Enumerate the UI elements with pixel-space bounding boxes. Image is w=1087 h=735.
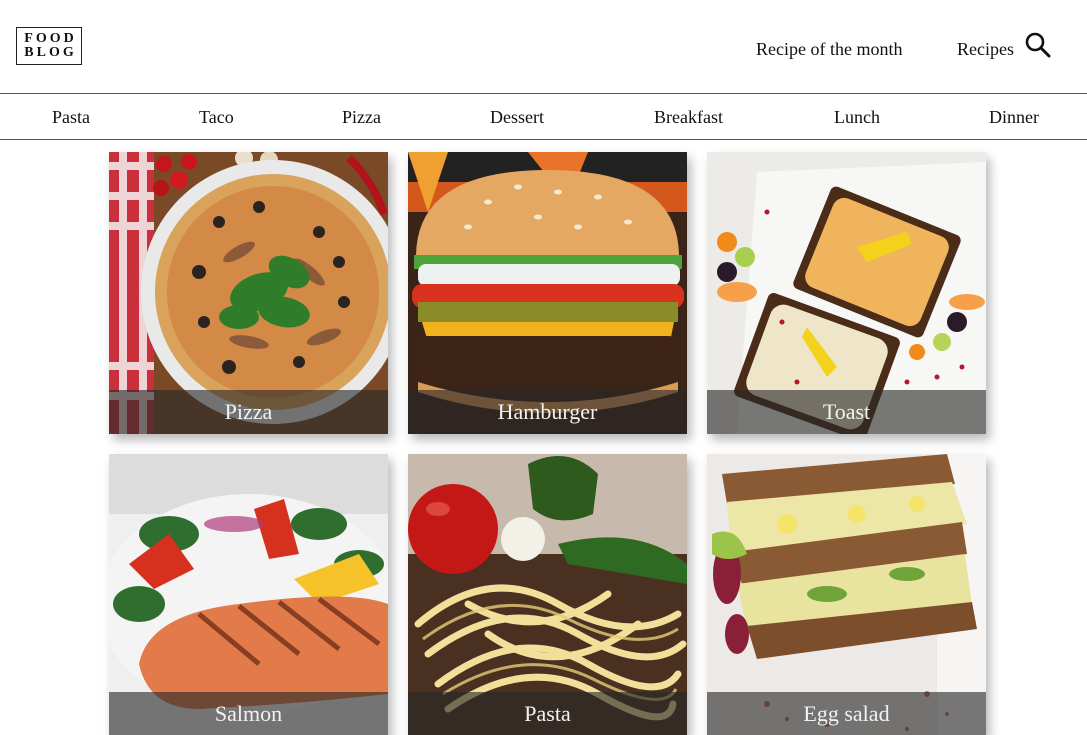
logo-line-2: BLOG — [24, 45, 77, 60]
site-logo[interactable]: FOOD BLOG — [16, 27, 82, 65]
recipe-card-caption: Pizza — [109, 390, 388, 434]
recipe-card-toast[interactable]: Toast — [707, 152, 986, 434]
recipe-card-pizza[interactable]: Pizza — [109, 152, 388, 434]
recipe-card-pasta[interactable]: Pasta — [408, 454, 687, 735]
category-nav: Pasta Taco Pizza Dessert Breakfast Lunch… — [0, 93, 1087, 140]
recipe-card-caption: Salmon — [109, 692, 388, 735]
search-icon[interactable] — [1024, 31, 1052, 59]
recipe-card-caption: Pasta — [408, 692, 687, 735]
recipe-card-caption: Toast — [707, 390, 986, 434]
nav-recipes[interactable]: Recipes — [957, 39, 1014, 60]
category-breakfast[interactable]: Breakfast — [654, 107, 723, 128]
category-taco[interactable]: Taco — [199, 107, 234, 128]
recipe-card-egg-salad[interactable]: Egg salad — [707, 454, 986, 735]
nav-recipe-of-the-month[interactable]: Recipe of the month — [756, 39, 902, 60]
recipe-card-salmon[interactable]: Salmon — [109, 454, 388, 735]
category-pizza[interactable]: Pizza — [342, 107, 381, 128]
category-dinner[interactable]: Dinner — [989, 107, 1039, 128]
recipe-card-caption: Egg salad — [707, 692, 986, 735]
category-dessert[interactable]: Dessert — [490, 107, 544, 128]
category-pasta[interactable]: Pasta — [52, 107, 90, 128]
category-lunch[interactable]: Lunch — [834, 107, 880, 128]
site-header: FOOD BLOG Recipe of the month Recipes — [0, 0, 1087, 94]
recipe-card-caption: Hamburger — [408, 390, 687, 434]
logo-line-1: FOOD — [24, 31, 77, 46]
recipe-card-hamburger[interactable]: Hamburger — [408, 152, 687, 434]
